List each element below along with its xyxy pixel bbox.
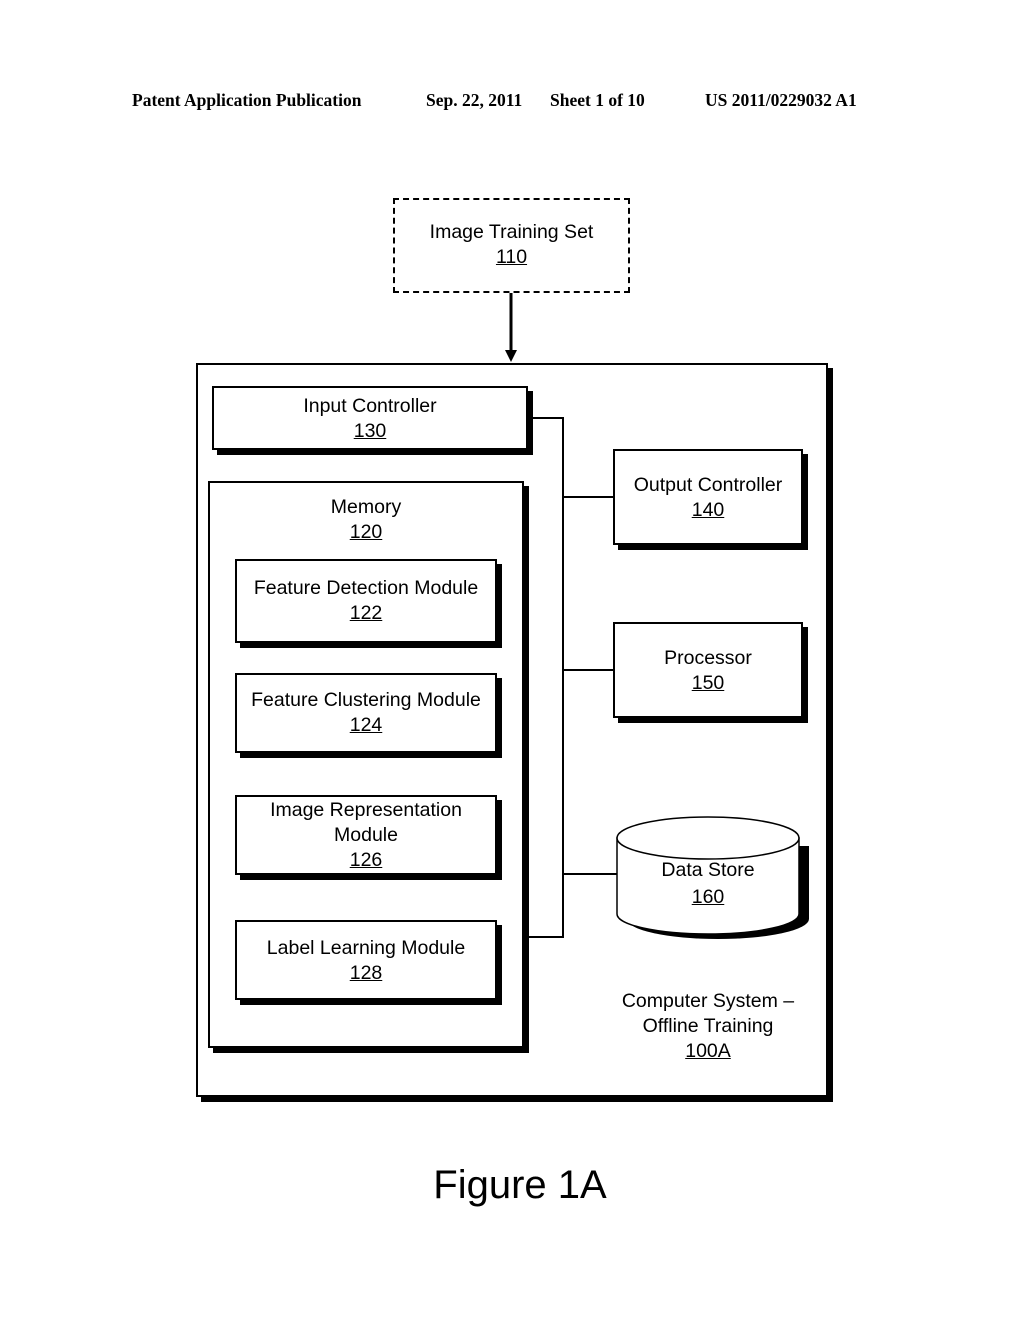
image-representation-module-box: Image Representation Module 126 — [235, 795, 497, 875]
processor-ref: 150 — [691, 672, 725, 694]
figure-caption: Figure 1A — [433, 1163, 607, 1207]
processor-box: Processor 150 — [613, 622, 803, 718]
data-store-ref: 160 — [691, 886, 725, 908]
bus-line-input-top — [530, 417, 564, 419]
input-controller-box: Input Controller 130 — [212, 386, 528, 450]
computer-system-label-line1: Computer System – — [621, 990, 795, 1012]
output-controller-box: Output Controller 140 — [613, 449, 803, 545]
output-controller-ref: 140 — [691, 499, 725, 521]
image-representation-module-ref: 126 — [349, 849, 383, 871]
training-set-arrow-head — [505, 350, 517, 362]
data-store-text: Data Store 160 — [613, 858, 803, 910]
label-learning-module-box: Label Learning Module 128 — [235, 920, 497, 1000]
bus-line-memory-bottom — [528, 936, 564, 938]
input-controller-label: Input Controller — [303, 395, 437, 417]
bus-line-data-store — [562, 873, 618, 875]
label-learning-module-ref: 128 — [349, 962, 383, 984]
image-representation-module-label-line1: Image Representation — [270, 799, 462, 821]
feature-detection-module-label: Feature Detection Module — [253, 577, 479, 599]
feature-clustering-module-ref: 124 — [349, 714, 383, 736]
image-representation-module-label-line2: Module — [334, 824, 398, 846]
computer-system-text: Computer System – Offline Training 100A — [598, 989, 818, 1064]
input-controller-ref: 130 — [353, 420, 387, 442]
bus-line-output — [562, 496, 614, 498]
computer-system-label-line2: Offline Training — [642, 1015, 774, 1037]
feature-clustering-module-label: Feature Clustering Module — [251, 689, 481, 711]
feature-clustering-module-box: Feature Clustering Module 124 — [235, 673, 497, 753]
data-store-label: Data Store — [661, 859, 755, 881]
memory-ref: 120 — [349, 521, 383, 543]
computer-system-ref: 100A — [685, 1040, 731, 1062]
processor-label: Processor — [664, 647, 752, 669]
output-controller-label: Output Controller — [633, 474, 783, 496]
bus-line-processor — [562, 669, 614, 671]
label-learning-module-label: Label Learning Module — [266, 937, 466, 959]
feature-detection-module-ref: 122 — [349, 602, 383, 624]
feature-detection-module-box: Feature Detection Module 122 — [235, 559, 497, 643]
memory-label: Memory — [330, 496, 402, 518]
